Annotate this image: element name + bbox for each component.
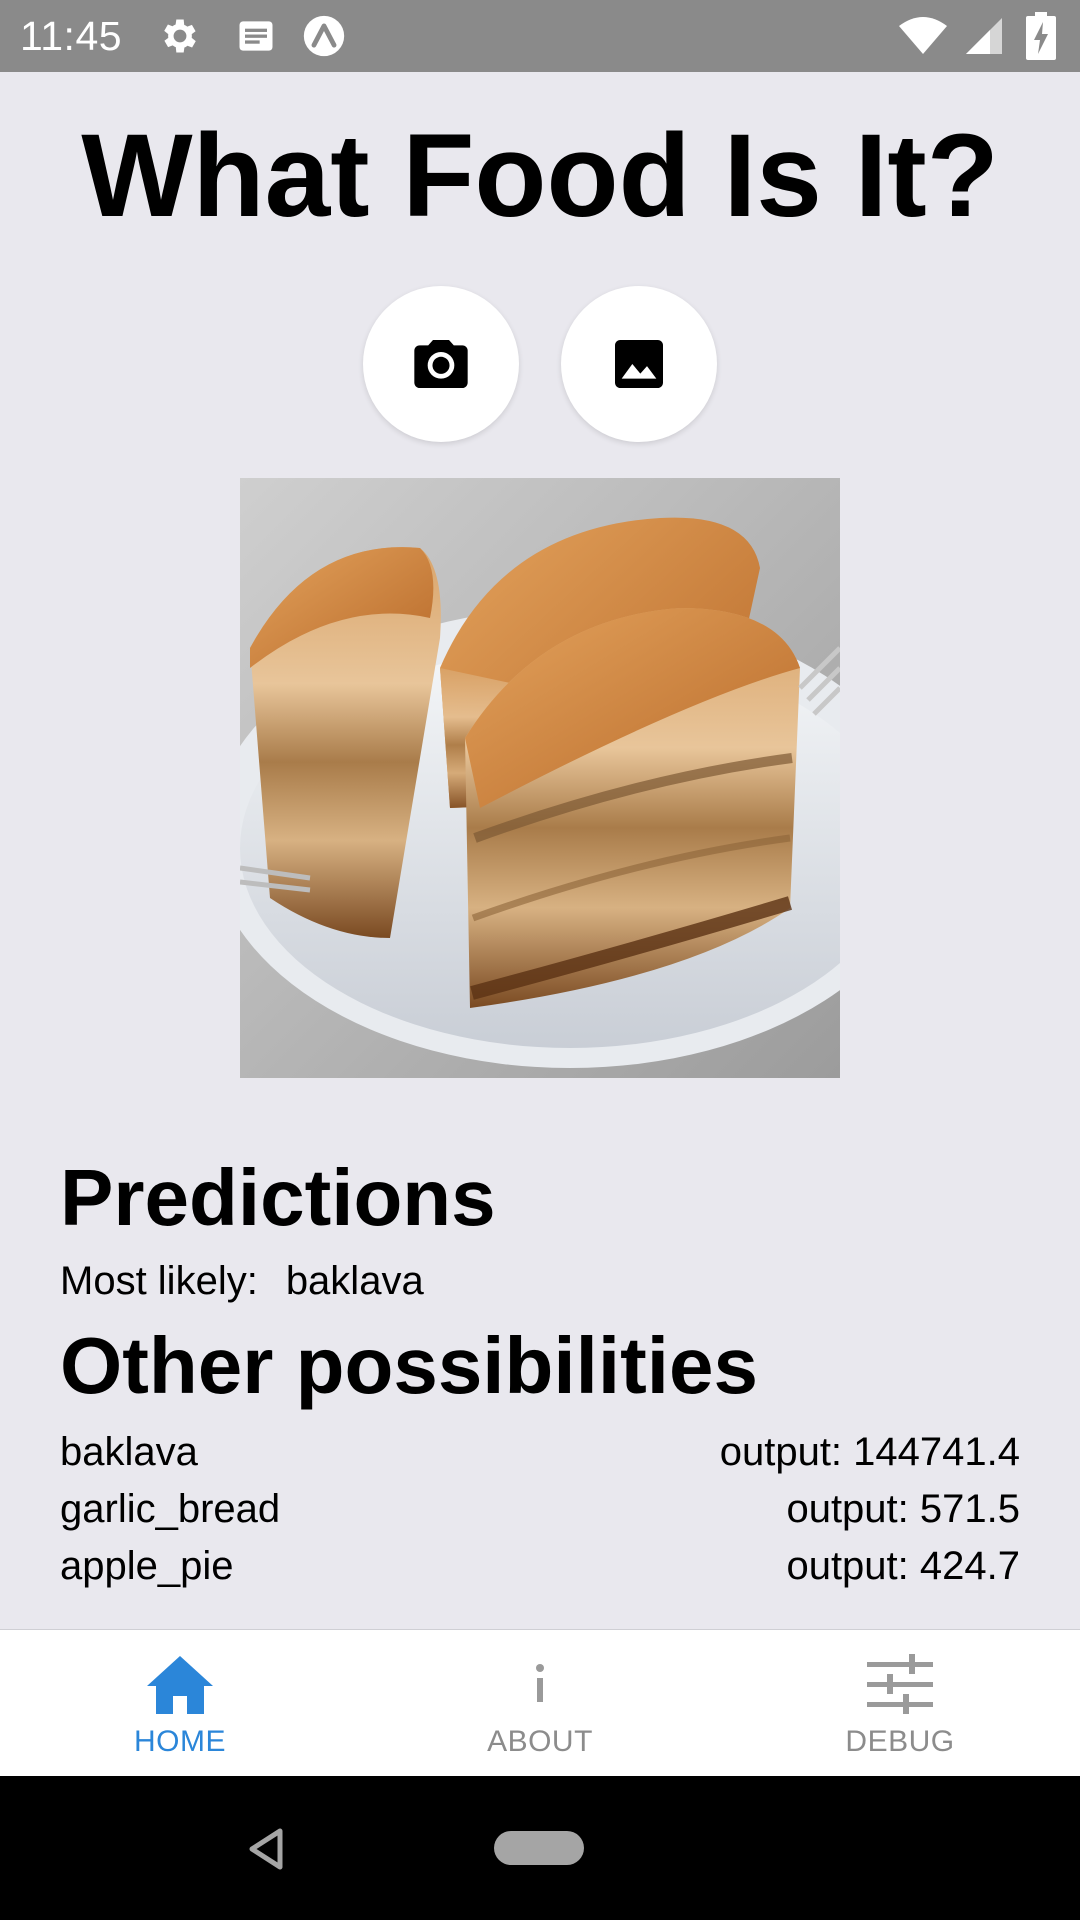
- status-time: 11:45: [20, 13, 123, 59]
- info-icon: [536, 1664, 544, 1702]
- gear-icon: [164, 19, 196, 53]
- possibility-label: garlic_bread: [60, 1487, 281, 1531]
- most-likely-value: baklava: [285, 1259, 424, 1303]
- page-title: What Food Is It?: [81, 110, 999, 242]
- image-icon: [615, 340, 663, 388]
- list-item: apple_pie output: 424.7: [60, 1538, 1020, 1595]
- signal-icon: [966, 18, 1002, 54]
- baklava-image: [240, 478, 840, 1078]
- tab-debug-label: DEBUG: [845, 1725, 955, 1758]
- possibilities-list: baklava output: 144741.4 garlic_bread ou…: [60, 1424, 1020, 1595]
- home-icon: [147, 1656, 213, 1714]
- back-icon[interactable]: [244, 1826, 290, 1872]
- possibility-output: output: 424.7: [786, 1544, 1020, 1588]
- take-photo-button[interactable]: [363, 286, 519, 442]
- most-likely-label: Most likely:: [60, 1259, 258, 1303]
- bottom-nav: HOME ABOUT DEBUG: [0, 1629, 1080, 1776]
- possibility-label: baklava: [60, 1430, 198, 1474]
- wifi-icon: [899, 17, 947, 54]
- news-icon: [239, 21, 273, 51]
- most-likely-row: Most likely: baklava: [60, 1256, 424, 1306]
- tab-about[interactable]: ABOUT: [360, 1630, 720, 1777]
- expo-icon: [303, 15, 345, 57]
- sliders-icon: [867, 1654, 933, 1714]
- other-possibilities-heading: Other possibilities: [60, 1321, 758, 1410]
- tab-about-label: ABOUT: [487, 1725, 593, 1758]
- camera-icon: [414, 340, 468, 388]
- battery-charging-icon: [1026, 12, 1056, 60]
- predictions-heading: Predictions: [60, 1153, 496, 1242]
- home-pill[interactable]: [494, 1831, 584, 1865]
- tab-home[interactable]: HOME: [0, 1630, 360, 1777]
- possibility-output: output: 144741.4: [719, 1430, 1020, 1474]
- food-photo: [240, 478, 840, 1078]
- possibility-label: apple_pie: [60, 1544, 234, 1588]
- possibility-output: output: 571.5: [786, 1487, 1020, 1531]
- tab-home-label: HOME: [134, 1725, 226, 1758]
- pick-image-button[interactable]: [561, 286, 717, 442]
- tab-debug[interactable]: DEBUG: [720, 1630, 1080, 1777]
- status-bar: 11:45: [0, 0, 1080, 72]
- list-item: baklava output: 144741.4: [60, 1424, 1020, 1481]
- list-item: garlic_bread output: 571.5: [60, 1481, 1020, 1538]
